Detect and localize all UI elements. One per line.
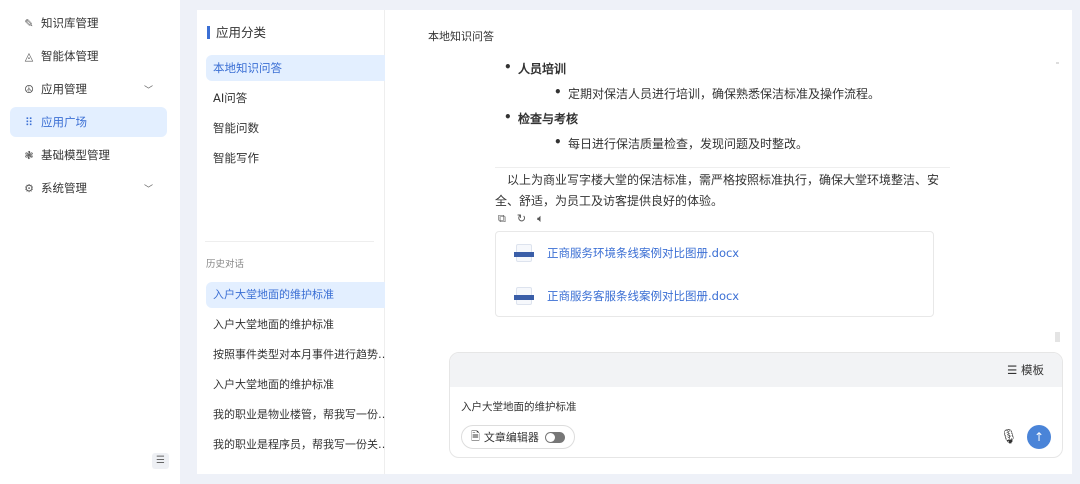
answer-summary: 以上为商业写字楼大堂的保洁标准，需严格按照标准执行，确保大堂环境整洁、安全、舒适… (495, 173, 940, 208)
docx-icon (514, 244, 534, 262)
history-title: 历史对话 (206, 259, 245, 270)
reference-files: 正商服务环境条线案例对比图册.docx 正商服务客服条线案例对比图册.docx (495, 231, 934, 317)
list-icon: ☰ (1007, 363, 1021, 377)
document-icon: 🗎︎ (471, 429, 480, 443)
section-item: 定期对保洁人员进行培训，确保熟悉保洁标准及操作流程。 (554, 85, 880, 102)
regenerate-icon[interactable]: ↻ (517, 212, 526, 226)
article-editor-toggle[interactable]: 🗎︎ 文章编辑器 (461, 425, 575, 449)
file-link[interactable]: 正商服务环境条线案例对比图册.docx (514, 244, 739, 262)
gear-icon: ⚙ (24, 181, 34, 195)
send-button[interactable]: ↑ (1027, 425, 1051, 449)
chat-input[interactable]: 入户大堂地面的维护标准 (461, 399, 577, 414)
divider (495, 167, 950, 168)
chat-panel: 本地知识问答 人员培训 定期对保洁人员进行培训，确保熟悉保洁标准及操作流程。 检… (385, 10, 1072, 474)
history-item[interactable]: 入户大堂地面的维护标准 (206, 372, 394, 398)
docx-icon (514, 287, 534, 305)
sidebar-item-base-models[interactable]: ❃ 基础模型管理 (10, 140, 167, 170)
chat-input-box: ☰ 模板 入户大堂地面的维护标准 🗎︎ 文章编辑器 🎙︎ ↑ (449, 352, 1063, 458)
input-toolbar: ☰ 模板 (450, 353, 1062, 387)
agent-icon: ◬ (24, 49, 34, 63)
category-title: 应用分类 (207, 26, 266, 39)
microphone-icon[interactable]: 🎙︎ (1000, 429, 1018, 445)
sidebar: ✎ 知识库管理 ◬ 智能体管理 ☮ 应用管理 ﹀ ⠿ 应用广场 ❃ 基础模型管理 ⚙ 系统管理… (0, 0, 180, 484)
sidebar-item-app-square[interactable]: ⠿ 应用广场 (10, 107, 167, 137)
category-panel: 应用分类 本地知识问答 AI问答 智能问数 智能写作 历史对话 入户大堂地面的维… (197, 10, 403, 474)
speaker-icon[interactable]: 🔈︎ (537, 212, 544, 226)
section-item: 每日进行保洁质量检查，发现问题及时整改。 (554, 135, 808, 152)
grid-icon: ⠿ (24, 115, 34, 129)
sidebar-item-app-management[interactable]: ☮ 应用管理 ﹀ (10, 74, 167, 104)
collapse-sidebar-button[interactable]: ☰ (152, 453, 169, 469)
sidebar-item-system[interactable]: ⚙ 系统管理 ﹀ (10, 173, 167, 203)
scrollbar[interactable] (1055, 332, 1060, 342)
sidebar-item-knowledge-base[interactable]: ✎ 知识库管理 (10, 8, 167, 38)
copy-icon[interactable]: ⧉ (498, 212, 506, 226)
sidebar-item-agents[interactable]: ◬ 智能体管理 (10, 41, 167, 71)
section-heading: 检查与考核 (504, 110, 578, 127)
model-icon: ❃ (24, 148, 34, 162)
app-icon: ☮ (24, 82, 34, 96)
scrollbar[interactable] (1056, 62, 1059, 64)
toggle-switch[interactable] (544, 431, 565, 443)
answer-actions: ⧉ ↻ 🔈︎ (498, 212, 544, 226)
category-item[interactable]: 智能写作 (206, 145, 403, 171)
edit-icon: ✎ (24, 16, 34, 30)
category-item[interactable]: AI问答 (206, 85, 403, 111)
history-item[interactable]: 我的职业是程序员，帮我写一份关… (206, 432, 394, 458)
history-item[interactable]: 按照事件类型对本月事件进行趋势… (206, 342, 394, 368)
template-button[interactable]: ☰ 模板 (1007, 362, 1044, 378)
file-link[interactable]: 正商服务客服条线案例对比图册.docx (514, 287, 739, 305)
chevron-down-icon: ﹀ (143, 184, 153, 195)
history-item[interactable]: 入户大堂地面的维护标准 (206, 312, 394, 338)
chevron-down-icon: ﹀ (143, 85, 153, 96)
history-item[interactable]: 入户大堂地面的维护标准 (206, 282, 394, 308)
history-item[interactable]: 我的职业是物业楼管，帮我写一份… (206, 402, 394, 428)
section-heading: 人员培训 (504, 60, 566, 77)
category-item[interactable]: 智能问数 (206, 115, 403, 141)
category-item[interactable]: 本地知识问答 (206, 55, 403, 81)
divider (205, 241, 374, 242)
chat-title: 本地知识问答 (428, 30, 494, 43)
